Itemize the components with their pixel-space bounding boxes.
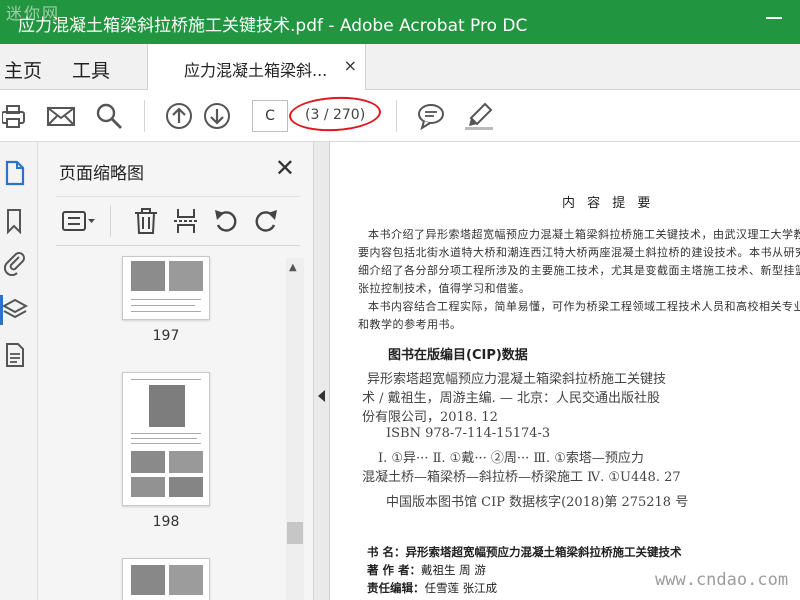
cip-line: ISBN 978-7-114-15174-3 xyxy=(386,426,551,441)
extract-page-icon[interactable] xyxy=(172,207,200,235)
thumbnail-photo xyxy=(169,451,203,473)
meta-value: 异形索塔超宽幅预应力混凝土箱梁斜拉桥施工关键技术 xyxy=(405,545,682,559)
thumbnail-photo xyxy=(169,565,203,595)
tab-tools[interactable]: 工具 xyxy=(72,56,110,83)
thumbnail-page-number: 198 xyxy=(152,514,180,530)
tab-document[interactable]: 应力混凝土箱梁斜... × xyxy=(147,44,366,90)
page-thumbnail[interactable] xyxy=(122,558,210,600)
thumbnail-text-line xyxy=(131,443,201,444)
options-menu-icon[interactable] xyxy=(62,207,96,235)
summary-line: 细介绍了各分部分项工程所涉及的主要施工技术，尤其是变截面主塔施工技术、新型挂篮施… xyxy=(358,264,800,277)
thumbnail-text-line xyxy=(131,311,201,312)
meta-row: 责任编辑：任雪莲 张江成 xyxy=(367,580,497,596)
meta-value: 任雪莲 张江成 xyxy=(424,581,498,595)
thumbnail-text-line xyxy=(131,438,197,439)
page-thumbnail[interactable] xyxy=(122,372,210,506)
scrollbar-thumb[interactable] xyxy=(287,522,303,544)
close-panel-icon[interactable]: ✕ xyxy=(275,154,295,182)
panel-title: 页面缩略图 xyxy=(59,164,144,184)
thumbnail-photo xyxy=(131,451,165,473)
email-icon[interactable] xyxy=(47,102,75,130)
content-icon[interactable] xyxy=(2,342,28,368)
cip-line: 术 / 戴祖生，周游主编. — 北京：人民交通出版社股 xyxy=(362,391,661,406)
thumbnail-photo xyxy=(131,477,165,497)
toolbar-separator xyxy=(110,205,111,237)
meta-value: 戴祖生 周 游 xyxy=(421,563,486,577)
title-bar: 迷你网 应力混凝土箱梁斜拉桥施工关键技术.pdf - Adobe Acrobat… xyxy=(0,0,800,44)
watermark: www.cndao.com xyxy=(655,570,789,590)
cip-line: Ⅰ. ①异··· Ⅱ. ①戴··· ②周··· Ⅲ. ①索塔—预应力 xyxy=(378,451,644,466)
thumbnail-photo xyxy=(169,477,203,497)
thumbnail-toolbar xyxy=(56,196,300,246)
rotate-right-icon[interactable] xyxy=(252,207,280,235)
summary-line: 本书内容结合工程实际，简单易懂，可作为桥梁工程领域工程技术人员和高校相关专业师 xyxy=(368,300,800,313)
minimize-button[interactable] xyxy=(762,6,786,30)
meta-label: 著 作 者： xyxy=(367,563,422,577)
window-title: 应力混凝土箱梁斜拉桥施工关键技术.pdf - Adobe Acrobat Pro… xyxy=(18,16,528,36)
meta-row: 书 名：异形索塔超宽幅预应力混凝土箱梁斜拉桥施工关键技术 xyxy=(367,544,682,560)
section-title: 内 容 提 要 xyxy=(562,196,655,211)
thumbnail-photo xyxy=(131,261,165,291)
cip-line: 混凝土桥—箱梁桥—斜拉桥—桥梁施工 Ⅳ. ①U448. 27 xyxy=(362,470,681,485)
tab-bar: 主页 工具 应力混凝土箱梁斜... × xyxy=(0,44,800,90)
tab-document-label: 应力混凝土箱梁斜... xyxy=(184,61,328,80)
scroll-up-icon[interactable]: ▲ xyxy=(289,262,297,273)
search-icon[interactable] xyxy=(95,102,123,130)
prev-page-icon[interactable] xyxy=(165,102,193,130)
thumbnail-scrollbar[interactable]: ▲ xyxy=(286,258,304,600)
meta-row: 著 作 者：戴祖生 周 游 xyxy=(367,562,486,578)
cip-heading: 图书在版编目(CIP)数据 xyxy=(388,348,528,363)
comment-icon[interactable] xyxy=(417,102,445,130)
thumbnail-text-line xyxy=(131,299,201,300)
thumbnail-text-line xyxy=(131,305,195,306)
thumbnail-page-number: 197 xyxy=(152,328,180,344)
cip-line: 中国版本图书馆 CIP 数据核字(2018)第 275218 号 xyxy=(386,495,689,510)
thumbnail-text-line xyxy=(131,379,201,380)
thumbnail-text-line xyxy=(131,433,201,434)
thumbnail-photo xyxy=(169,261,203,291)
bookmark-icon[interactable] xyxy=(2,208,28,234)
layers-icon[interactable] xyxy=(2,297,28,323)
thumbnail-photo xyxy=(149,385,185,427)
summary-line: 和教学的参考用书。 xyxy=(358,318,462,331)
cip-line: 份有限公司，2018. 12 xyxy=(362,410,498,425)
collapse-panel-icon[interactable] xyxy=(318,390,325,402)
print-icon[interactable] xyxy=(2,102,30,130)
toolbar xyxy=(0,90,800,142)
summary-line: 要内容包括北街水道特大桥和潮连西江特大桥两座混凝土斜拉桥的建设技术。本书从研究及… xyxy=(358,246,800,259)
meta-label: 书 名： xyxy=(367,545,406,559)
page-number-input[interactable]: C xyxy=(252,100,288,132)
page-thumbnail[interactable] xyxy=(122,256,210,320)
summary-line: 张拉控制技术，值得学习和借鉴。 xyxy=(358,282,531,295)
rotate-left-icon[interactable] xyxy=(212,207,240,235)
summary-line: 本书介绍了异形索塔超宽幅预应力混凝土箱梁斜拉桥施工关键技术，由武汉理工大学教授 xyxy=(368,228,800,241)
page-thumbnails-icon[interactable] xyxy=(2,160,28,186)
thumbnails-panel: 页面缩略图 ✕ 197 198 ▲ xyxy=(38,142,314,600)
document-page: 内 容 提 要 本书介绍了异形索塔超宽幅预应力混凝土箱梁斜拉桥施工关键技术，由武… xyxy=(331,142,800,600)
toolbar-separator xyxy=(396,100,397,132)
thumbnail-photo xyxy=(131,565,165,595)
toolbar-separator xyxy=(144,100,145,132)
highlight-pen-icon[interactable] xyxy=(465,102,493,130)
close-tab-icon[interactable]: × xyxy=(344,56,357,75)
next-page-icon[interactable] xyxy=(203,102,231,130)
trash-icon[interactable] xyxy=(132,207,160,235)
meta-label: 责任编辑： xyxy=(367,581,425,595)
panel-splitter[interactable] xyxy=(314,142,330,600)
attachment-icon[interactable] xyxy=(2,250,28,276)
left-rail xyxy=(0,142,38,600)
tab-home[interactable]: 主页 xyxy=(4,56,42,83)
cip-line: 异形索塔超宽幅预应力混凝土箱梁斜拉桥施工关键技 xyxy=(367,372,667,387)
